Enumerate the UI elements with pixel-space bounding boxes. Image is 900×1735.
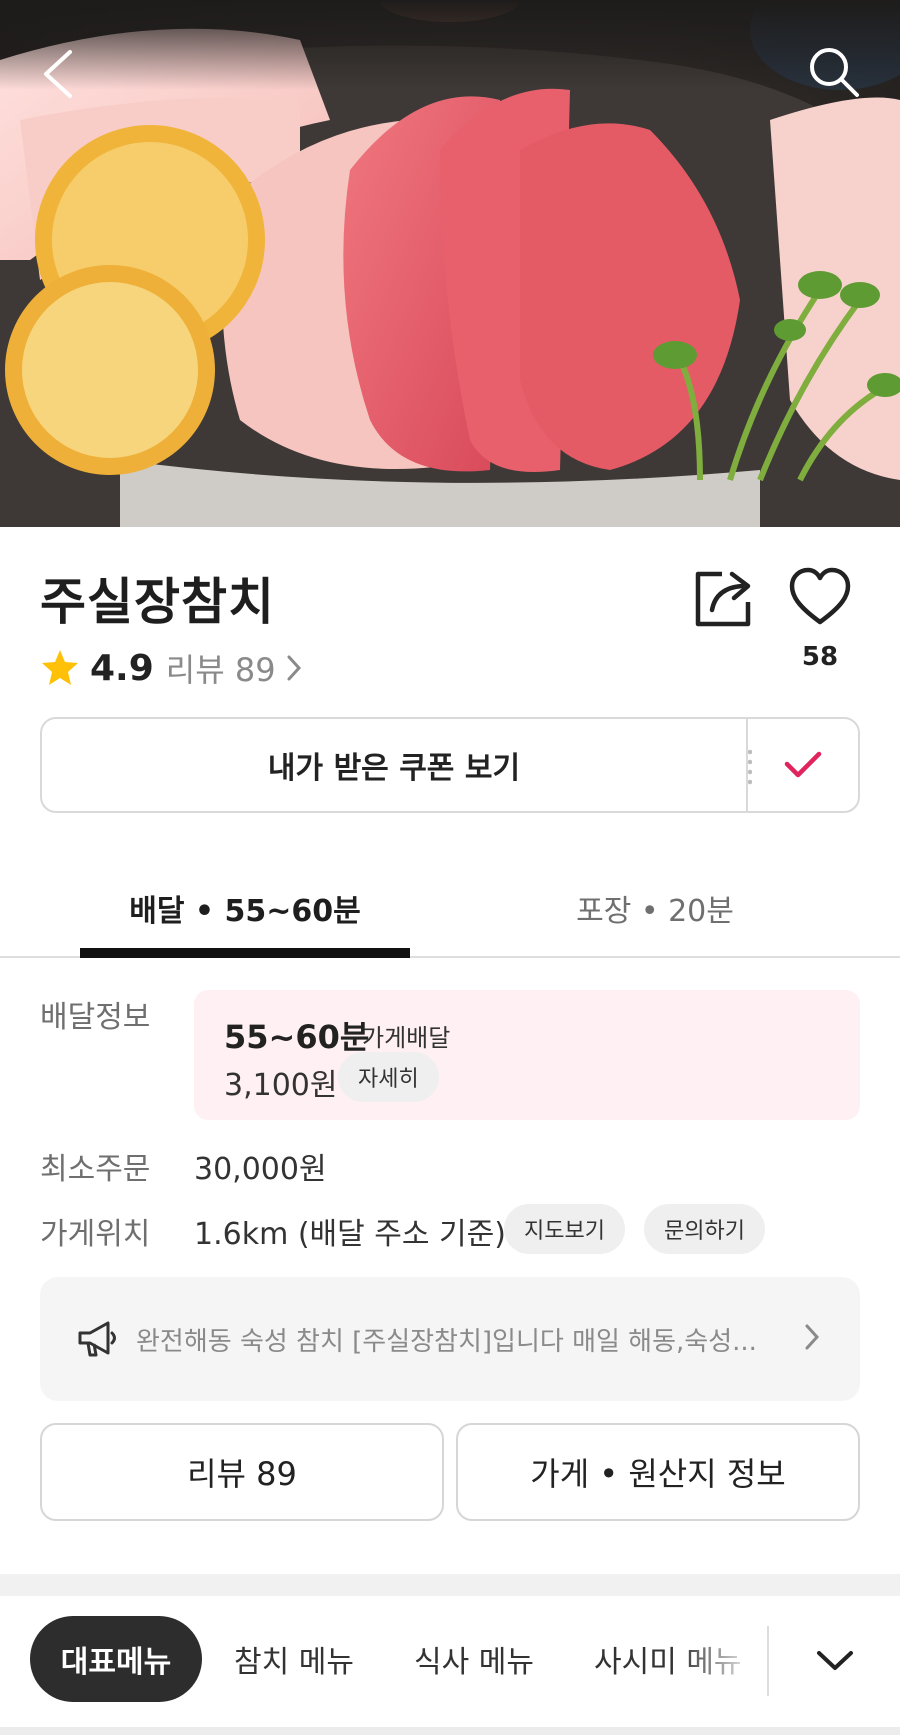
store-origin-info-button[interactable]: 가게 • 원산지 정보 [456, 1423, 860, 1521]
share-button[interactable] [692, 566, 756, 630]
delivery-fee: 3,100원 [224, 1068, 338, 1103]
megaphone-icon [78, 1321, 116, 1357]
menu-category-tuna[interactable]: 참치 메뉴 [234, 1616, 354, 1702]
bottom-edge [0, 1727, 900, 1735]
order-type-tabs: 배달 • 55~60분 포장 • 20분 [0, 860, 900, 958]
menu-scroll-fade [680, 1606, 770, 1716]
like-button[interactable] [788, 566, 852, 630]
menu-expand-button[interactable] [800, 1626, 870, 1696]
coupon-check-button[interactable] [748, 719, 858, 811]
share-icon [695, 571, 751, 627]
delivery-type: 가게배달 [362, 1024, 451, 1052]
review-link-label: 리뷰 89 [165, 651, 276, 689]
active-tab-indicator [80, 948, 410, 958]
hero-shade [0, 0, 900, 90]
hero-image [0, 0, 900, 527]
coupon-divider-dots [748, 747, 752, 787]
search-button[interactable] [802, 40, 866, 104]
store-name: 주실장참치 [40, 573, 275, 631]
tab-pickup[interactable]: 포장 • 20분 [490, 860, 820, 956]
location-label: 가게위치 [40, 1217, 151, 1252]
reviews-button[interactable]: 리뷰 89 [40, 1423, 444, 1521]
view-coupons-button[interactable]: 내가 받은 쿠폰 보기 [42, 719, 748, 811]
menu-category-bar: 대표메뉴 참치 메뉴 식사 메뉴 사시미 메뉴 [0, 1596, 900, 1735]
store-notice[interactable]: 완전해동 숙성 참치 [주실장참치]입니다 매일 해동,숙성... [40, 1277, 860, 1401]
menu-divider [767, 1626, 769, 1696]
review-link[interactable]: 리뷰 89 [166, 645, 302, 691]
menu-category-meal[interactable]: 식사 메뉴 [414, 1616, 534, 1702]
back-button[interactable] [26, 42, 90, 106]
menu-category-signature[interactable]: 대표메뉴 [30, 1616, 202, 1702]
check-icon [784, 751, 822, 778]
like-count: 58 [801, 642, 839, 672]
coupon-box: 내가 받은 쿠폰 보기 [40, 717, 860, 813]
min-order-label: 최소주문 [40, 1152, 151, 1187]
chevron-down-icon [817, 1651, 853, 1670]
section-divider [0, 1574, 900, 1596]
chevron-right-icon [805, 1324, 820, 1350]
delivery-info-box: 55~60분 가게배달 3,100원 자세히 [194, 990, 860, 1120]
delivery-time: 55~60분 [224, 1018, 370, 1056]
star-icon [42, 650, 78, 685]
location-value: 1.6km (배달 주소 기준) [194, 1217, 506, 1252]
min-order-value: 30,000원 [194, 1152, 327, 1187]
delivery-detail-button[interactable]: 자세히 [338, 1052, 439, 1102]
delivery-info-label: 배달정보 [40, 1000, 151, 1035]
map-view-button[interactable]: 지도보기 [504, 1204, 625, 1254]
back-icon [44, 50, 72, 98]
rating-row: 4.9 리뷰 89 [40, 645, 302, 691]
search-icon [810, 48, 859, 97]
tab-delivery[interactable]: 배달 • 55~60분 [80, 860, 410, 956]
heart-icon [789, 567, 851, 625]
rating-value: 4.9 [90, 647, 154, 689]
inquiry-button[interactable]: 문의하기 [644, 1204, 765, 1254]
notice-text: 완전해동 숙성 참치 [주실장참치]입니다 매일 해동,숙성... [136, 1327, 757, 1357]
chevron-right-icon [287, 655, 301, 681]
